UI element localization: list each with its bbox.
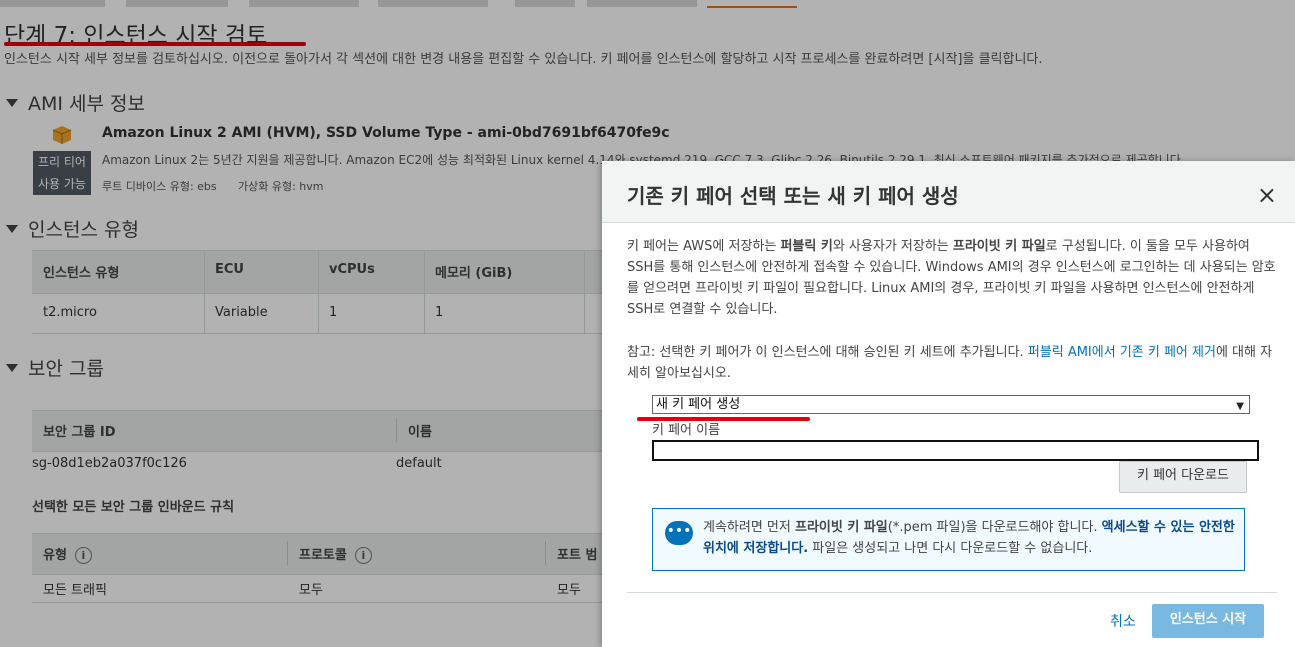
launch-instance-button[interactable]: 인스턴스 시작 <box>1152 604 1264 638</box>
remove-key-pair-link[interactable]: 퍼블릭 AMI에서 기존 키 페어 제거 <box>1028 345 1216 360</box>
key-pair-note: 참고: 선택한 키 페어가 이 인스턴스에 대해 승인된 키 세트에 추가됩니다… <box>627 342 1277 384</box>
notice-text: 계속하려면 먼저 프라이빗 키 파일(*.pem 파일)을 다운로드해야 합니다… <box>703 517 1238 559</box>
text-fragment: 계속하려면 먼저 <box>703 520 795 535</box>
text-fragment: 참고: 선택한 키 페어가 이 인스턴스에 대해 승인된 키 세트에 추가됩니다… <box>627 345 1028 360</box>
text-fragment: 와 사용자가 저장하는 <box>832 239 953 254</box>
key-pair-explanation: 키 페어는 AWS에 저장하는 퍼블릭 키와 사용자가 저장하는 프라이빗 키 … <box>627 236 1277 320</box>
key-pair-name-label: 키 페어 이름 <box>652 423 721 438</box>
public-key-term: 퍼블릭 키 <box>780 239 833 254</box>
download-key-pair-button[interactable]: 키 페어 다운로드 <box>1119 461 1247 493</box>
text-fragment: 키 페어는 AWS에 저장하는 <box>627 239 781 254</box>
cancel-link[interactable]: 취소 <box>1110 611 1136 631</box>
modal-header: 기존 키 페어 선택 또는 새 키 페어 생성 × <box>602 161 1295 223</box>
private-key-file-term: 프라이빗 키 파일 <box>795 520 888 535</box>
chat-bubble-icon: ••• <box>665 521 693 545</box>
modal-title: 기존 키 페어 선택 또는 새 키 페어 생성 <box>627 184 959 208</box>
text-fragment: (*.pem 파일)을 다운로드해야 합니다. <box>887 520 1102 535</box>
text-fragment: 파일은 생성되고 나면 다시 다운로드할 수 없습니다. <box>808 541 1093 556</box>
close-icon[interactable]: × <box>1257 181 1277 209</box>
key-pair-modal: 기존 키 페어 선택 또는 새 키 페어 생성 × 키 페어는 AWS에 저장하… <box>602 161 1295 647</box>
select-value: 새 키 페어 생성 <box>656 397 741 412</box>
download-notice: ••• 계속하려면 먼저 프라이빗 키 파일(*.pem 파일)을 다운로드해야… <box>652 508 1245 571</box>
key-pair-option-select[interactable]: 새 키 페어 생성 ▼ <box>652 395 1250 414</box>
footer-divider <box>627 592 1277 593</box>
chevron-down-icon: ▼ <box>1236 401 1244 412</box>
private-key-term: 프라이빗 키 파일 <box>952 239 1046 254</box>
key-pair-name-input[interactable] <box>652 440 1259 461</box>
